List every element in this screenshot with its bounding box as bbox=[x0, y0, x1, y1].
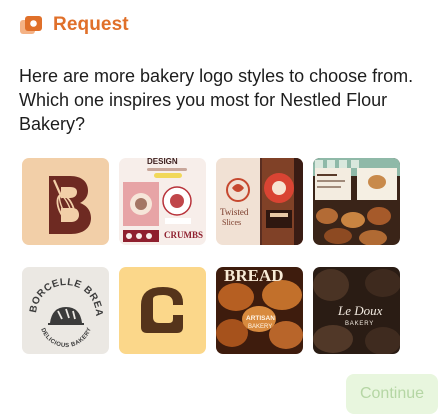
le-doux-text: Le Doux bbox=[337, 303, 383, 318]
logo-option-3[interactable]: Twisted Slices twisted-slices bbox=[216, 158, 303, 245]
le-doux-bakery-text: BAKERY bbox=[345, 321, 374, 327]
logo-options-grid: letter-b-whisk DESIGN CRUMBS design-shee… bbox=[22, 158, 400, 354]
design-sheet-crumbs-logo: DESIGN CRUMBS bbox=[119, 158, 206, 245]
borcelle-bread-logo: BORCELLE BREAD DELICIOUS BAKERY bbox=[22, 267, 109, 354]
design-sheet-title: DESIGN bbox=[147, 158, 178, 166]
request-prompt: Here are more bakery logo styles to choo… bbox=[19, 66, 414, 134]
le-doux-logo: Le Doux BAKERY bbox=[313, 267, 400, 354]
logo-option-1[interactable]: letter-b-whisk bbox=[22, 158, 109, 245]
request-header: Request bbox=[19, 14, 129, 36]
logo-option-4[interactable]: bakery-menu-photo bbox=[313, 158, 400, 245]
bakery-menu-logo bbox=[313, 158, 400, 245]
slices-text: Slices bbox=[222, 218, 241, 227]
twisted-slices-logo: Twisted Slices bbox=[216, 158, 303, 245]
twisted-text: Twisted bbox=[220, 207, 249, 217]
toast-c-logo bbox=[119, 267, 206, 354]
logo-option-8[interactable]: Le Doux BAKERY le-doux-bakery bbox=[313, 267, 400, 354]
logo-option-5[interactable]: BORCELLE BREAD DELICIOUS BAKERY borcelle… bbox=[22, 267, 109, 354]
logo-option-2[interactable]: DESIGN CRUMBS design-sheet-crumbs bbox=[119, 158, 206, 245]
logo-option-6[interactable]: toast-c-mark bbox=[119, 267, 206, 354]
bread-artisan-logo: BREAD ARTISAN BAKERY bbox=[216, 267, 303, 354]
crumbs-wordmark: CRUMBS bbox=[164, 230, 203, 240]
logo-option-7[interactable]: BREAD ARTISAN BAKERY bread-photo-artisan bbox=[216, 267, 303, 354]
continue-button[interactable]: Continue bbox=[346, 374, 438, 414]
artisan-text: ARTISAN bbox=[246, 315, 275, 322]
bread-big-text: BREAD bbox=[224, 267, 284, 285]
request-title: Request bbox=[53, 14, 129, 35]
letter-b-whisk-logo bbox=[22, 158, 109, 245]
bakery-small-text: BAKERY bbox=[248, 324, 272, 330]
request-cards-icon bbox=[19, 14, 43, 36]
